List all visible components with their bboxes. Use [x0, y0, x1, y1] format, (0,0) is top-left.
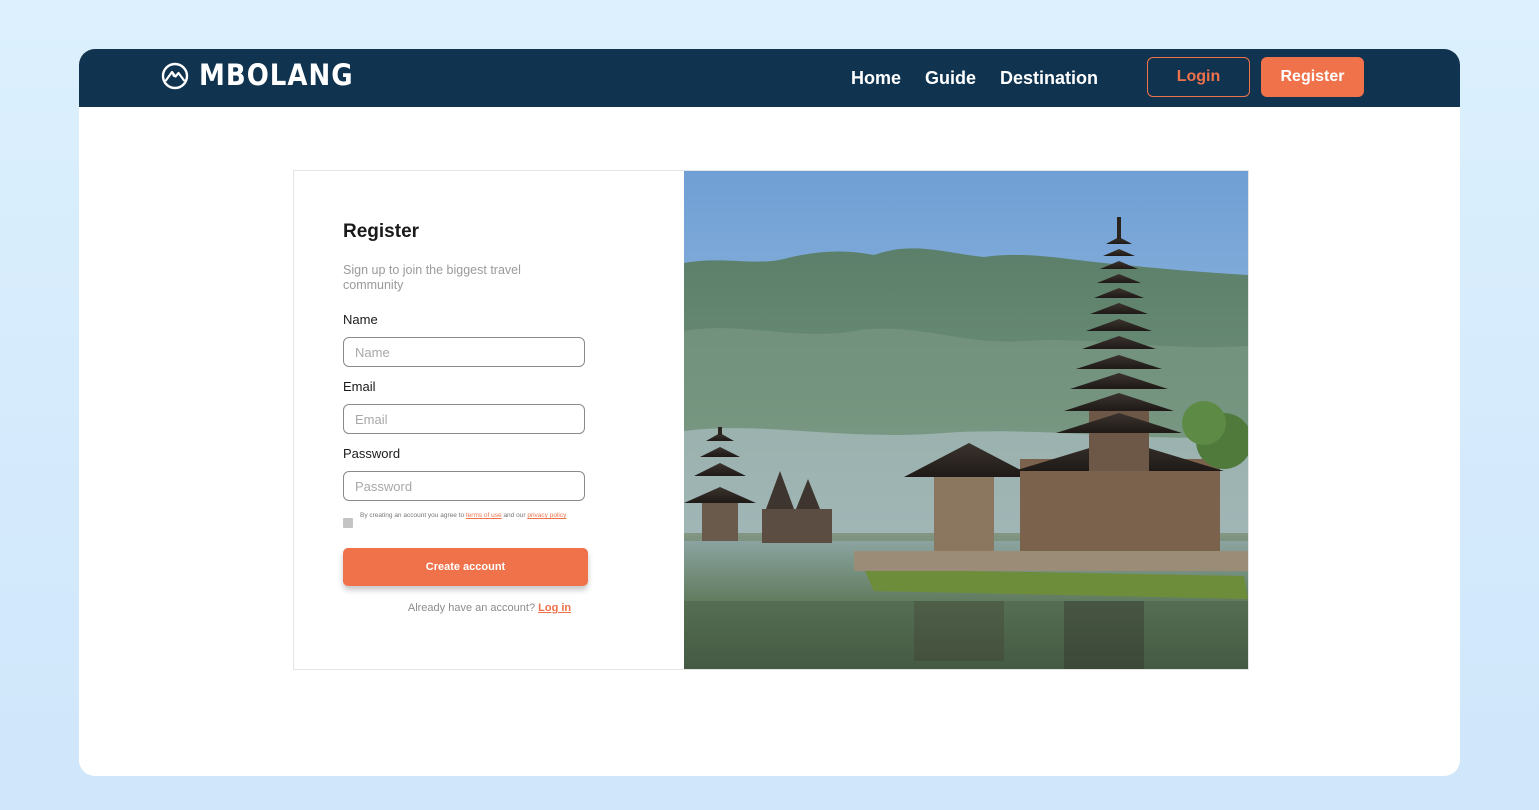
nav-destination-link[interactable]: Destination	[1000, 68, 1098, 89]
nav-guide-link[interactable]: Guide	[925, 68, 976, 89]
create-account-button[interactable]: Create account	[343, 548, 588, 586]
form-title: Register	[343, 221, 420, 242]
terms-checkbox[interactable]	[343, 518, 353, 528]
email-input[interactable]	[343, 404, 585, 434]
name-label: Name	[343, 312, 378, 327]
password-label: Password	[343, 446, 401, 461]
main-pavilion	[904, 439, 1224, 555]
brand-name: MBOLANG	[199, 59, 354, 93]
login-prompt-text: Already have an account?	[407, 602, 539, 614]
password-input[interactable]	[343, 471, 585, 501]
form-subtitle: Sign up to join the biggest travel commu…	[343, 263, 521, 292]
privacy-policy-link[interactable]: privacy policy	[527, 512, 566, 519]
register-button[interactable]: Register	[1261, 57, 1364, 97]
register-form: Register Sign up to join the biggest tra…	[294, 171, 684, 669]
mountain-logo-icon	[161, 62, 189, 90]
terms-middle: and our	[501, 512, 528, 519]
email-label: Email	[343, 379, 376, 394]
nav-links: Home Guide Destination	[851, 49, 1098, 107]
brand-logo[interactable]: MBOLANG	[161, 59, 354, 93]
login-button[interactable]: Login	[1147, 57, 1250, 97]
terms-of-use-link[interactable]: terms of use	[466, 512, 502, 519]
app-window: MBOLANG Home Guide Destination Login Reg…	[79, 49, 1460, 776]
terms-row: By creating an account you agree to term…	[343, 511, 593, 528]
top-navbar: MBOLANG Home Guide Destination Login Reg…	[79, 49, 1460, 107]
nav-home-link[interactable]: Home	[851, 68, 901, 89]
terms-text: By creating an account you agree to term…	[360, 511, 566, 528]
log-in-link[interactable]: Log in	[538, 602, 571, 614]
hero-image	[684, 171, 1248, 669]
terms-prefix: By creating an account you agree to	[360, 512, 466, 519]
name-input[interactable]	[343, 337, 585, 367]
temple-lake-illustration	[684, 171, 1248, 669]
login-prompt-row: Already have an account? Log in	[294, 602, 636, 614]
register-card: Register Sign up to join the biggest tra…	[293, 170, 1249, 670]
